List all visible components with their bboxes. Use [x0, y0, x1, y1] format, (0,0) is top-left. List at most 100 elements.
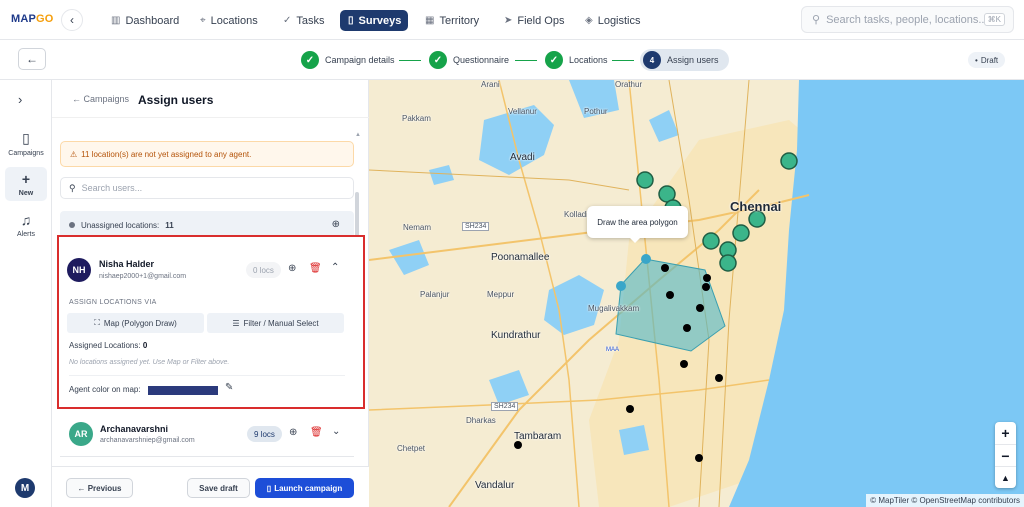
box-icon: ◈	[585, 15, 593, 26]
chevron-left-icon: ‹	[70, 13, 74, 27]
step-campaign-details[interactable]: ✓ Campaign details	[301, 49, 395, 71]
nav-back-button[interactable]: ‹	[61, 9, 83, 31]
user-card-archanavarshni: AR Archanavarshni archanavarshniep@gmail…	[60, 419, 354, 457]
user-card-nisha: NH Nisha Halder nishaep2000+1@gmail.com …	[57, 235, 365, 409]
status-badge: • Draft	[968, 52, 1006, 68]
map-label: Kundrathur	[491, 330, 541, 341]
map-zoom-control: + − ▲	[995, 422, 1016, 488]
list-icon: ☰	[232, 318, 240, 328]
nav-field-ops[interactable]: ➤ Field Ops	[496, 10, 572, 31]
global-search-input[interactable]: ⚲ Search tasks, people, locations... ⌘K	[801, 6, 1014, 33]
save-draft-button[interactable]: Save draft	[187, 478, 250, 498]
map-label: Pakkam	[402, 114, 431, 123]
chevron-up-icon[interactable]: ⌃	[331, 262, 339, 273]
chevron-down-icon[interactable]: ⌄	[332, 426, 340, 437]
map-label: Kolladi	[564, 210, 589, 219]
search-icon: ⚲	[69, 182, 76, 193]
warning-icon: ⚠	[70, 149, 78, 159]
launch-campaign-button[interactable]: ▯ Launch campaign	[255, 478, 354, 498]
nav-locations[interactable]: ⌖ Locations	[192, 10, 266, 31]
nav-surveys[interactable]: ▯ Surveys	[340, 10, 408, 31]
step-connector	[515, 60, 537, 61]
user-search-input[interactable]: ⚲ Search users...	[60, 177, 354, 199]
nav-dashboard[interactable]: ▥ Dashboard	[103, 10, 187, 31]
step-questionnaire[interactable]: ✓ Questionnaire	[429, 49, 509, 71]
back-button[interactable]: ←	[18, 48, 46, 70]
rail-new[interactable]: + New	[5, 167, 47, 201]
compass-icon[interactable]: ▲	[995, 466, 1016, 488]
agent-color-label: Agent color on map:	[69, 385, 141, 394]
check-icon: ✓	[301, 51, 319, 69]
map-icon: ▦	[425, 15, 435, 26]
road-shield: SH234	[462, 222, 490, 231]
delete-icon[interactable]: 🗑	[309, 263, 322, 274]
unassigned-count: 11	[165, 220, 174, 230]
map-label: Dharkas	[466, 416, 496, 425]
map-attribution[interactable]: © MapTiler © OpenStreetMap contributors	[866, 494, 1024, 507]
rocket-icon: ▯	[266, 483, 272, 493]
assigned-count: 0	[142, 341, 148, 350]
unassigned-dot	[69, 222, 75, 228]
zoom-out-button[interactable]: −	[995, 444, 1016, 466]
rail-alerts[interactable]: ♫ Alerts	[5, 208, 47, 242]
breadcrumb-campaigns[interactable]: ← Campaigns	[72, 94, 129, 104]
map-label: Meppur	[487, 290, 515, 299]
user-name: Archanavarshni	[100, 424, 169, 434]
polygon-vertex[interactable]	[616, 281, 626, 291]
step-locations[interactable]: ✓ Locations	[545, 49, 608, 71]
user-email: nishaep2000+1@gmail.com	[99, 273, 187, 280]
nav-territory[interactable]: ▦ Territory	[417, 10, 487, 31]
assigned-locations-label: Assigned Locations: 0	[69, 341, 148, 350]
pin-icon: ⌖	[200, 15, 206, 26]
zoom-to-icon[interactable]: ⊕	[289, 427, 297, 438]
lake	[619, 425, 649, 455]
user-avatar[interactable]: M	[15, 478, 35, 498]
map-label: Palanjur	[420, 290, 450, 299]
map-label: Nemam	[403, 223, 432, 232]
map-label: Mugalivakkam	[588, 304, 640, 313]
arrow-left-icon: ←	[26, 52, 38, 66]
delete-icon[interactable]: 🗑	[310, 427, 323, 438]
map-label: Vandalur	[475, 480, 515, 491]
map-label: Pothur	[584, 107, 608, 116]
user-name: Nisha Halder	[99, 259, 155, 269]
bell-icon: ♫	[20, 212, 32, 228]
clipboard-icon: ▯	[348, 15, 354, 26]
nav-tasks[interactable]: ✓ Tasks	[275, 10, 333, 31]
map-polygon-draw-button[interactable]: ⛶ Map (Polygon Draw)	[67, 313, 204, 333]
nav-logistics[interactable]: ◈ Logistics	[577, 10, 649, 31]
filter-manual-select-button[interactable]: ☰ Filter / Manual Select	[207, 313, 344, 333]
map-label: Chennai	[730, 199, 782, 214]
app-logo[interactable]: MAPGO	[11, 13, 54, 25]
plus-icon: +	[21, 171, 31, 187]
chevron-right-icon[interactable]: ›	[18, 92, 22, 107]
unassigned-warning: ⚠ 11 location(s) are not yet assigned to…	[60, 141, 354, 167]
send-icon: ➤	[504, 15, 513, 26]
zoom-in-button[interactable]: +	[995, 422, 1016, 444]
polygon-vertex[interactable]	[641, 254, 651, 264]
locs-count-pill: 9 locs	[247, 426, 282, 442]
check-icon: ✓	[429, 51, 447, 69]
edit-icon[interactable]: ✎	[225, 382, 233, 393]
zoom-to-icon[interactable]: ⊕	[332, 219, 340, 230]
search-icon: ⚲	[812, 14, 821, 26]
rail-campaigns[interactable]: ▯ Campaigns	[5, 126, 47, 161]
assign-users-panel: ← Campaigns Assign users ▲ ⚠ 11 location…	[52, 80, 369, 507]
top-nav: MAPGO ‹ ▥ Dashboard ⌖ Locations ✓ Tasks ▯ Su…	[0, 0, 1024, 40]
locs-count-pill: 0 locs	[246, 262, 281, 278]
step-connector	[399, 60, 421, 61]
map-canvas	[369, 80, 1024, 507]
map-label: Tambaram	[514, 431, 562, 442]
divider	[69, 375, 345, 376]
map-label: Avadi	[510, 152, 535, 163]
map-view[interactable]: Arani Orathur Pakkam Vellanur Pothur Ava…	[369, 80, 1024, 507]
avatar: NH	[67, 258, 91, 282]
assign-via-label: ASSIGN LOCATIONS VIA	[69, 299, 157, 306]
zoom-to-icon[interactable]: ⊕	[288, 263, 296, 274]
previous-button[interactable]: ← Previous	[66, 478, 133, 498]
agent-color-swatch[interactable]	[148, 386, 218, 395]
check-icon: ✓	[545, 51, 563, 69]
scroll-up-icon[interactable]: ▲	[355, 132, 361, 138]
shortcut-hint: ⌘K	[983, 13, 1005, 26]
step-assign-users[interactable]: 4 Assign users	[640, 49, 729, 71]
